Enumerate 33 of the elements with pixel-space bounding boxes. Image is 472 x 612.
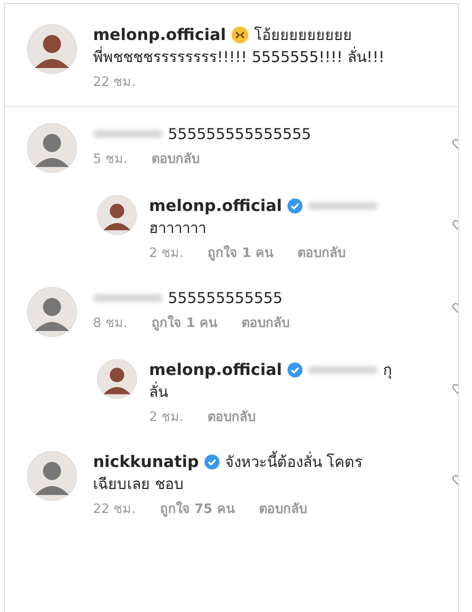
timestamp: 2 ชม. bbox=[149, 409, 184, 427]
avatar[interactable] bbox=[27, 24, 77, 74]
comment-text: พี่พชชชชรรรรรรรร!!!!! 5555555!!!! ลั่น!!! bbox=[93, 46, 384, 68]
comment-text: โอ้ยยยยยยยยย bbox=[254, 25, 352, 46]
comment-text: ลั่น bbox=[149, 381, 169, 403]
timestamp: 22 ชม. bbox=[93, 74, 136, 92]
reply-link[interactable]: ตอบกลับ bbox=[258, 501, 307, 519]
likes-link[interactable]: ถูกใจ 75 คน bbox=[160, 501, 235, 519]
reply-link[interactable]: ตอบกลับ bbox=[208, 409, 256, 427]
avatar[interactable] bbox=[27, 451, 77, 501]
avatar[interactable] bbox=[97, 359, 137, 399]
comment-text: 555555555555555 bbox=[168, 124, 312, 145]
avatar[interactable] bbox=[27, 123, 77, 173]
username[interactable]: nickkunatip bbox=[93, 451, 199, 473]
timestamp: 5 ชม. bbox=[93, 151, 128, 169]
comment-text: จังหวะนี้ต้องลั่น โคตร bbox=[224, 451, 363, 473]
reply-link[interactable]: ตอบกลับ bbox=[152, 151, 200, 169]
timestamp: 8 ชม. bbox=[93, 315, 128, 333]
comment-text: กุ bbox=[383, 360, 392, 381]
timestamp: 2 ชม. bbox=[149, 245, 184, 263]
username[interactable]: melonp.official bbox=[93, 24, 226, 46]
comment-text: 555555555555 bbox=[168, 288, 283, 309]
reply-link[interactable]: ตอบกลับ bbox=[242, 315, 290, 333]
avatar[interactable] bbox=[27, 287, 77, 337]
likes-link[interactable]: ถูกใจ 1 คน bbox=[152, 315, 218, 333]
username[interactable]: melonp.official bbox=[149, 195, 282, 217]
timestamp: 22 ชม. bbox=[93, 501, 136, 519]
reply-link[interactable]: ตอบกลับ bbox=[298, 245, 346, 263]
comment-text: ฮาาาาาา bbox=[149, 218, 207, 239]
likes-link[interactable]: ถูกใจ 1 คน bbox=[208, 245, 274, 263]
username[interactable]: melonp.official bbox=[149, 359, 282, 381]
comment-text: เฉียบเลย ชอบ bbox=[93, 474, 185, 495]
avatar[interactable] bbox=[97, 195, 137, 235]
